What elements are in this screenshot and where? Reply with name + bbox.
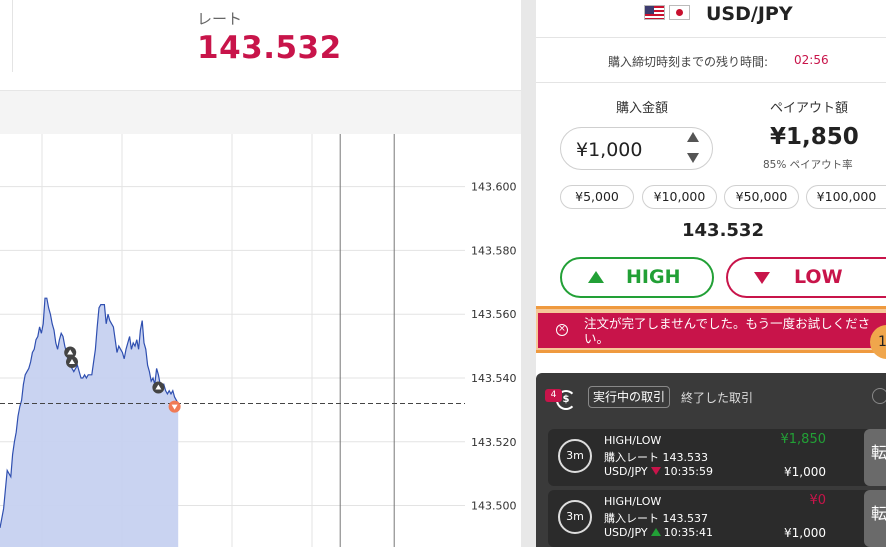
- y-tick-label: 143.600: [471, 181, 517, 194]
- y-tick-label: 143.580: [471, 244, 517, 257]
- trade-rate: 購入レート 143.533: [604, 449, 708, 465]
- trade-payout: ¥0: [809, 493, 826, 508]
- trade-row: 3m HIGH/LOW 購入レート 143.533 USD/JPY 10:35:5…: [548, 429, 886, 486]
- tab-open-trades[interactable]: 実行中の取引: [588, 386, 671, 408]
- decrement-icon[interactable]: [687, 153, 699, 163]
- y-tick-label: 143.560: [471, 308, 517, 321]
- rate-value: 143.533: [662, 451, 709, 464]
- trades-count-badge: 4: [545, 389, 562, 402]
- arrow-up-icon: [588, 271, 604, 283]
- pair-label: USD/JPY: [604, 465, 648, 478]
- error-message: 注文が完了しませんでした。もう一度お試しください。: [584, 316, 871, 346]
- high-label: HIGH: [626, 266, 681, 288]
- price-chart[interactable]: 143.600 143.580 143.560 143.540 143.520 143.5…: [0, 134, 521, 547]
- low-button[interactable]: LOW: [726, 257, 886, 298]
- trade-amount: ¥1,000: [784, 526, 826, 540]
- rate-label: レート: [197, 10, 243, 28]
- amount-preset-button[interactable]: ¥100,000: [806, 185, 886, 209]
- trade-payout: ¥1,850: [780, 432, 827, 447]
- error-banner: × 注文が完了しませんでした。もう一度お試しください。: [538, 313, 886, 348]
- pair-selector[interactable]: USD/JPY: [536, 0, 886, 38]
- payout-rate: 85% ペイアウト率: [763, 159, 853, 171]
- trade-time: 10:35:41: [663, 526, 713, 539]
- increment-icon[interactable]: [687, 132, 699, 142]
- amount-value[interactable]: ¥1,000: [576, 139, 642, 161]
- amount-preset-button[interactable]: ¥50,000: [724, 185, 799, 209]
- y-tick-label: 143.500: [471, 500, 517, 513]
- amount-preset-button[interactable]: ¥5,000: [560, 185, 634, 209]
- amount-preset-button[interactable]: ¥10,000: [642, 185, 717, 209]
- trade-pair: USD/JPY 10:35:41: [604, 526, 713, 539]
- trade-type: HIGH/LOW: [604, 434, 662, 447]
- pair-label: USD/JPY: [604, 526, 648, 539]
- trade-time: 10:35:59: [663, 465, 713, 478]
- divider: [12, 0, 13, 72]
- close-circle-icon[interactable]: ×: [556, 324, 568, 336]
- amount-label: 購入金額: [616, 101, 669, 116]
- rate-label: 購入レート: [604, 512, 659, 525]
- pair-name: USD/JPY: [706, 3, 793, 25]
- rate-header: レート 143.532: [0, 0, 521, 90]
- amount-input[interactable]: ¥1,000: [560, 127, 713, 170]
- y-tick-label: 143.540: [471, 372, 517, 385]
- chart-area: レート 143.532 143.600 143.580 143.560 143.540…: [0, 0, 521, 547]
- trade-type: HIGH/LOW: [604, 495, 662, 508]
- rate-value: 143.532: [197, 30, 342, 66]
- chart-toolbar: [0, 90, 521, 134]
- trade-panel: USD/JPY 購入締切時刻までの残り時間: 02:56 購入金額 ペイアウト額…: [536, 0, 886, 547]
- trade-amount: ¥1,000: [784, 465, 826, 479]
- countdown-time: 02:56: [794, 53, 829, 67]
- expand-icon[interactable]: [872, 388, 886, 404]
- y-tick-label: 143.520: [471, 436, 517, 449]
- trade-pair: USD/JPY 10:35:59: [604, 465, 713, 478]
- us-flag-icon: [644, 5, 665, 20]
- arrow-down-icon: [754, 272, 770, 284]
- countdown-label: 購入締切時刻までの残り時間:: [608, 55, 769, 69]
- timer-ring: 3m: [558, 439, 592, 473]
- low-label: LOW: [794, 266, 843, 288]
- timer-ring: 3m: [558, 500, 592, 534]
- sell-button[interactable]: 転: [864, 490, 886, 547]
- arrow-down-icon: [650, 467, 661, 475]
- trade-rate: 購入レート 143.537: [604, 510, 708, 526]
- trade-row: 3m HIGH/LOW 購入レート 143.537 USD/JPY 10:35:4…: [548, 490, 886, 547]
- jp-flag-icon: [669, 5, 690, 20]
- current-rate: 143.532: [682, 220, 764, 241]
- payout-label: ペイアウト額: [770, 101, 849, 116]
- tab-closed-trades[interactable]: 終了した取引: [681, 389, 753, 406]
- arrow-up-icon: [650, 528, 661, 536]
- countdown-bar: 購入締切時刻までの残り時間: 02:56: [536, 39, 886, 83]
- splitter: [521, 0, 536, 547]
- sell-button[interactable]: 転: [864, 429, 886, 486]
- rate-label: 購入レート: [604, 451, 659, 464]
- high-button[interactable]: HIGH: [560, 257, 714, 298]
- payout-value: ¥1,850: [770, 124, 859, 150]
- rate-value: 143.537: [662, 512, 709, 525]
